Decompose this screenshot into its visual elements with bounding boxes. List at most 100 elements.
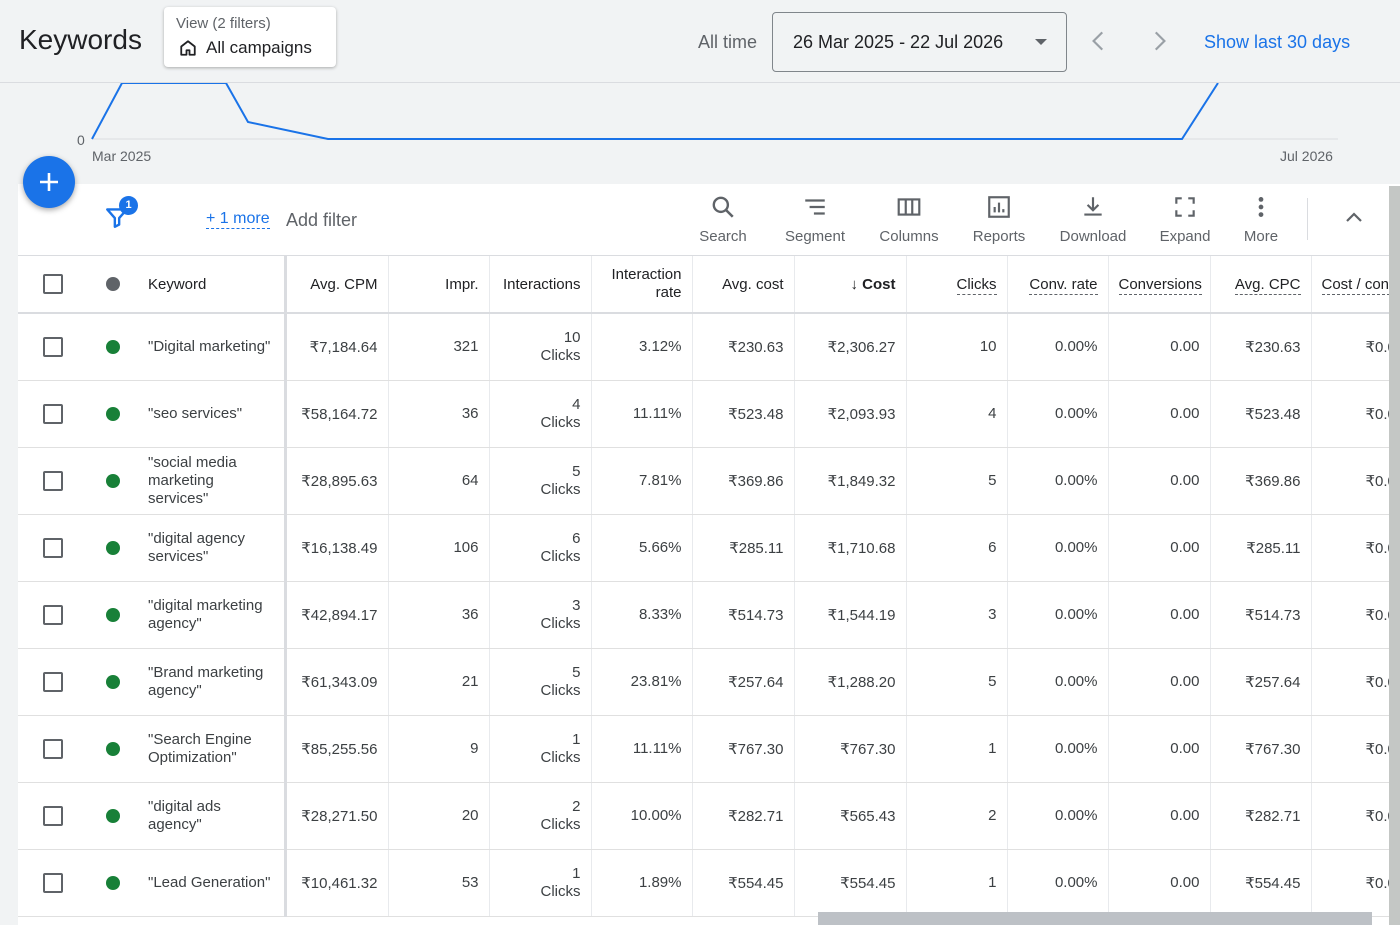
cost-cell: ₹2,093.93 <box>794 380 907 448</box>
cost-cell: ₹1,288.20 <box>794 648 907 716</box>
expand-button[interactable]: Expand <box>1156 194 1214 250</box>
row-checkbox[interactable] <box>43 604 63 625</box>
row-checkbox[interactable] <box>43 403 63 424</box>
row-status-cell <box>88 849 138 917</box>
select-all-checkbox[interactable] <box>43 274 63 294</box>
row-select-cell <box>18 514 88 582</box>
keyword-cell[interactable]: "Brand marketing agency" <box>138 648 287 716</box>
keyword-cell[interactable]: "digital marketing agency" <box>138 581 287 649</box>
keyword-cell[interactable]: "digital agency services" <box>138 514 287 582</box>
keyword-cell[interactable]: "seo services" <box>138 380 287 448</box>
table-row[interactable]: "digital ads agency" ₹28,271.50 20 2 Clicks 1… <box>18 782 1400 850</box>
interactions-cell: 6 Clicks <box>489 514 592 582</box>
column-header-cost-conv[interactable]: Cost / conv. <box>1311 256 1400 314</box>
status-enabled-icon <box>106 473 120 488</box>
keyword-cell[interactable]: "Lead Generation" <box>138 849 287 917</box>
search-button[interactable]: Search <box>698 194 748 250</box>
column-header-avg-cpc[interactable]: Avg. CPC <box>1210 256 1312 314</box>
keywords-table: Keyword Avg. CPM Impr. Interactions Inte… <box>18 256 1400 917</box>
row-checkbox[interactable] <box>43 537 63 558</box>
row-checkbox[interactable] <box>43 805 63 826</box>
column-header-avg-cost[interactable]: Avg. cost <box>692 256 795 314</box>
conversions-cell: 0.00 <box>1108 514 1211 582</box>
interactions-unit: Clicks <box>540 748 581 766</box>
interaction-rate-cell: 8.33% <box>591 581 693 649</box>
column-header-cost-conv-label: Cost / conv. <box>1321 275 1400 295</box>
view-filter-label: View (2 filters) <box>176 15 271 32</box>
date-range-preset: All time <box>698 32 758 52</box>
cost-cell: ₹554.45 <box>794 849 907 917</box>
column-header-interaction-rate[interactable]: Interaction rate <box>591 256 693 314</box>
column-header-keyword[interactable]: Keyword <box>138 256 287 314</box>
table-toolbar: 1 + 1 more Add filter Search Segment Col… <box>18 184 1400 256</box>
table-body: "Digital marketing" ₹7,184.64 321 10 Clicks 3… <box>18 313 1400 917</box>
chevron-up-icon[interactable] <box>1342 206 1366 230</box>
download-button[interactable]: Download <box>1056 194 1130 250</box>
download-label: Download <box>1059 228 1127 245</box>
column-header-avg-cpm[interactable]: Avg. CPM <box>285 256 389 314</box>
cost-conv-cell: ₹0.00 <box>1311 648 1400 716</box>
column-header-conv-rate[interactable]: Conv. rate <box>1007 256 1109 314</box>
row-status-cell <box>88 313 138 381</box>
vertical-scrollbar[interactable] <box>1389 186 1400 925</box>
keyword-cell[interactable]: "Search Engine Optimization" <box>138 715 287 783</box>
table-row[interactable]: "Search Engine Optimization" ₹85,255.56 9 1… <box>18 715 1400 783</box>
row-select-cell <box>18 782 88 850</box>
keyword-cell[interactable]: "Digital marketing" <box>138 313 287 381</box>
row-checkbox[interactable] <box>43 671 63 692</box>
column-header-cost[interactable]: ↓ Cost <box>794 256 907 314</box>
keyword-cell[interactable]: "digital ads agency" <box>138 782 287 850</box>
chevron-left-icon[interactable] <box>1086 28 1112 54</box>
add-filter-button[interactable]: Add filter <box>286 210 357 231</box>
clicks-cell: 1 <box>906 715 1008 783</box>
table-row[interactable]: "social media marketing services" ₹28,895… <box>18 447 1400 515</box>
interactions-cell: 1 Clicks <box>489 849 592 917</box>
column-header-cost-label: Cost <box>862 275 896 293</box>
cost-cell: ₹2,306.27 <box>794 313 907 381</box>
page-header: Keywords View (2 filters) All campaigns … <box>0 0 1400 83</box>
more-button[interactable]: More <box>1240 194 1282 250</box>
interactions-cell: 5 Clicks <box>489 648 592 716</box>
column-header-impr[interactable]: Impr. <box>388 256 490 314</box>
row-checkbox[interactable] <box>43 738 63 759</box>
reports-label: Reports <box>972 228 1026 245</box>
columns-button[interactable]: Columns <box>876 194 942 250</box>
column-header-conversions[interactable]: Conversions <box>1108 256 1211 314</box>
table-row[interactable]: "Digital marketing" ₹7,184.64 321 10 Clicks 3… <box>18 313 1400 381</box>
column-header-clicks[interactable]: Clicks <box>906 256 1008 314</box>
interactions-count: 2 <box>572 797 581 815</box>
segment-button[interactable]: Segment <box>781 194 849 250</box>
table-row[interactable]: "Brand marketing agency" ₹61,343.09 21 5 Cli… <box>18 648 1400 716</box>
add-button[interactable] <box>23 156 75 208</box>
table-row[interactable]: "digital agency services" ₹16,138.49 106 6 C… <box>18 514 1400 582</box>
more-filters-link[interactable]: + 1 more <box>206 210 270 229</box>
row-select-cell <box>18 715 88 783</box>
chart-y-zero-label: 0 <box>77 132 85 148</box>
chevron-right-icon[interactable] <box>1146 28 1172 54</box>
clicks-cell: 3 <box>906 581 1008 649</box>
row-select-cell <box>18 380 88 448</box>
date-range-picker[interactable]: 26 Mar 2025 - 22 Jul 2026 <box>772 12 1067 72</box>
column-header-interactions[interactable]: Interactions <box>489 256 592 314</box>
row-checkbox[interactable] <box>43 872 63 893</box>
reports-button[interactable]: Reports <box>969 194 1029 250</box>
row-checkbox[interactable] <box>43 336 63 357</box>
row-checkbox[interactable] <box>43 470 63 491</box>
table-row[interactable]: "Lead Generation" ₹10,461.32 53 1 Clicks 1.89… <box>18 849 1400 917</box>
interactions-cell: 10 Clicks <box>489 313 592 381</box>
row-status-cell <box>88 782 138 850</box>
chart-series-line <box>91 83 1219 140</box>
keyword-cell[interactable]: "social media marketing services" <box>138 447 287 515</box>
avg-cost-cell: ₹554.45 <box>692 849 795 917</box>
table-row[interactable]: "seo services" ₹58,164.72 36 4 Clicks 11.11% ₹… <box>18 380 1400 448</box>
show-last-30-days-link[interactable]: Show last 30 days <box>1204 32 1350 53</box>
impr-cell: 9 <box>388 715 490 783</box>
horizontal-scrollbar[interactable] <box>818 912 1372 925</box>
interactions-count: 5 <box>572 663 581 681</box>
row-status-cell <box>88 447 138 515</box>
view-selector[interactable]: View (2 filters) All campaigns <box>164 7 336 67</box>
table-row[interactable]: "digital marketing agency" ₹42,894.17 36 3 C… <box>18 581 1400 649</box>
cost-conv-cell: ₹0.00 <box>1311 514 1400 582</box>
columns-label: Columns <box>879 228 939 245</box>
avg-cpc-cell: ₹767.30 <box>1210 715 1312 783</box>
